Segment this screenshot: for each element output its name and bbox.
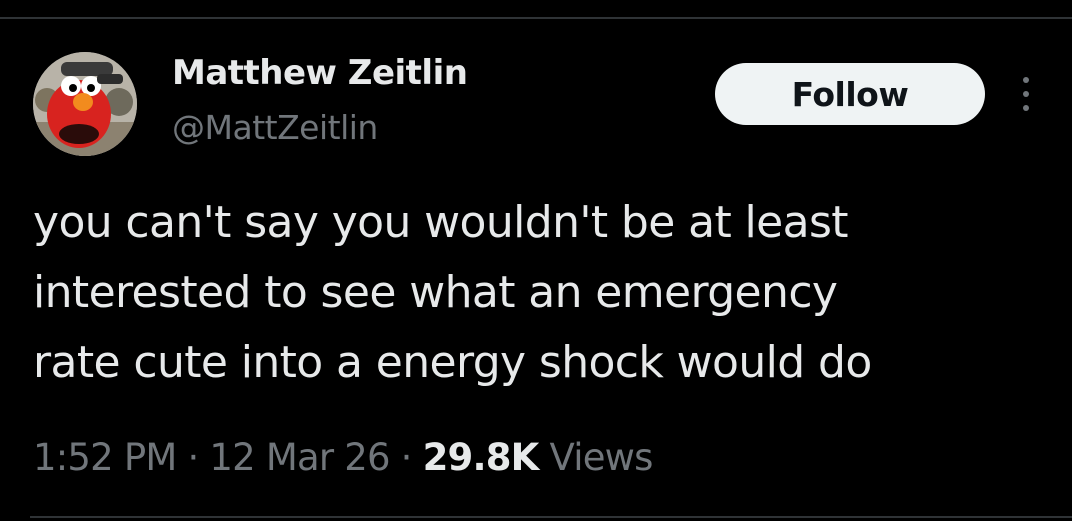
views-label: Views	[549, 436, 654, 479]
dot	[1023, 105, 1029, 111]
tweet-text: you can't say you wouldn't be at least i…	[33, 188, 1043, 398]
follow-button[interactable]: Follow	[715, 63, 985, 125]
dot	[1023, 77, 1029, 83]
tweet-meta: 1:52 PM · 12 Mar 26 · 29.8K Views	[33, 432, 653, 484]
bottom-divider	[30, 516, 1072, 518]
tweet-line: rate cute into a energy shock would do	[33, 337, 872, 388]
meta-separator: ·	[400, 436, 413, 479]
more-options-icon[interactable]	[1008, 70, 1044, 118]
author-handle[interactable]: @MattZeitlin	[172, 107, 378, 149]
dot	[1023, 91, 1029, 97]
tweet-date[interactable]: 12 Mar 26	[209, 436, 390, 479]
top-divider	[0, 17, 1072, 19]
tweet-line: you can't say you wouldn't be at least	[33, 197, 849, 248]
meta-separator: ·	[187, 436, 199, 479]
avatar-image	[33, 52, 137, 156]
views-count[interactable]: 29.8K	[423, 436, 540, 479]
avatar[interactable]	[33, 52, 137, 156]
tweet-line: interested to see what an emergency	[33, 267, 838, 318]
author-display-name[interactable]: Matthew Zeitlin	[172, 52, 468, 94]
tweet-time[interactable]: 1:52 PM	[33, 436, 177, 479]
